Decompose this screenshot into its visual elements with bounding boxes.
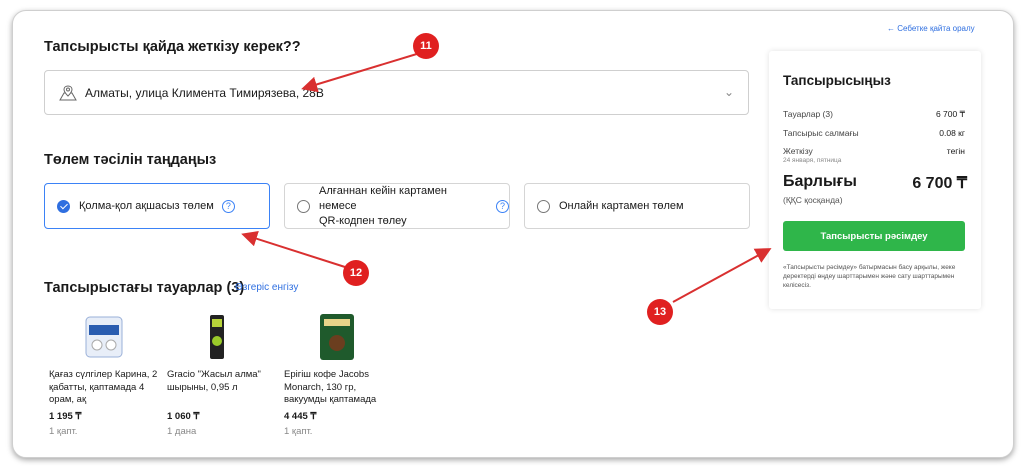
annotation-arrows bbox=[241, 52, 772, 303]
annotation-arrow bbox=[672, 248, 772, 303]
annotation-arrow bbox=[301, 52, 421, 93]
annotation-marker-13: 13 bbox=[647, 299, 673, 325]
annotation-marker-11: 11 bbox=[413, 33, 439, 59]
annotation-marker-12: 12 bbox=[343, 260, 369, 286]
annotation-arrow bbox=[241, 231, 346, 268]
